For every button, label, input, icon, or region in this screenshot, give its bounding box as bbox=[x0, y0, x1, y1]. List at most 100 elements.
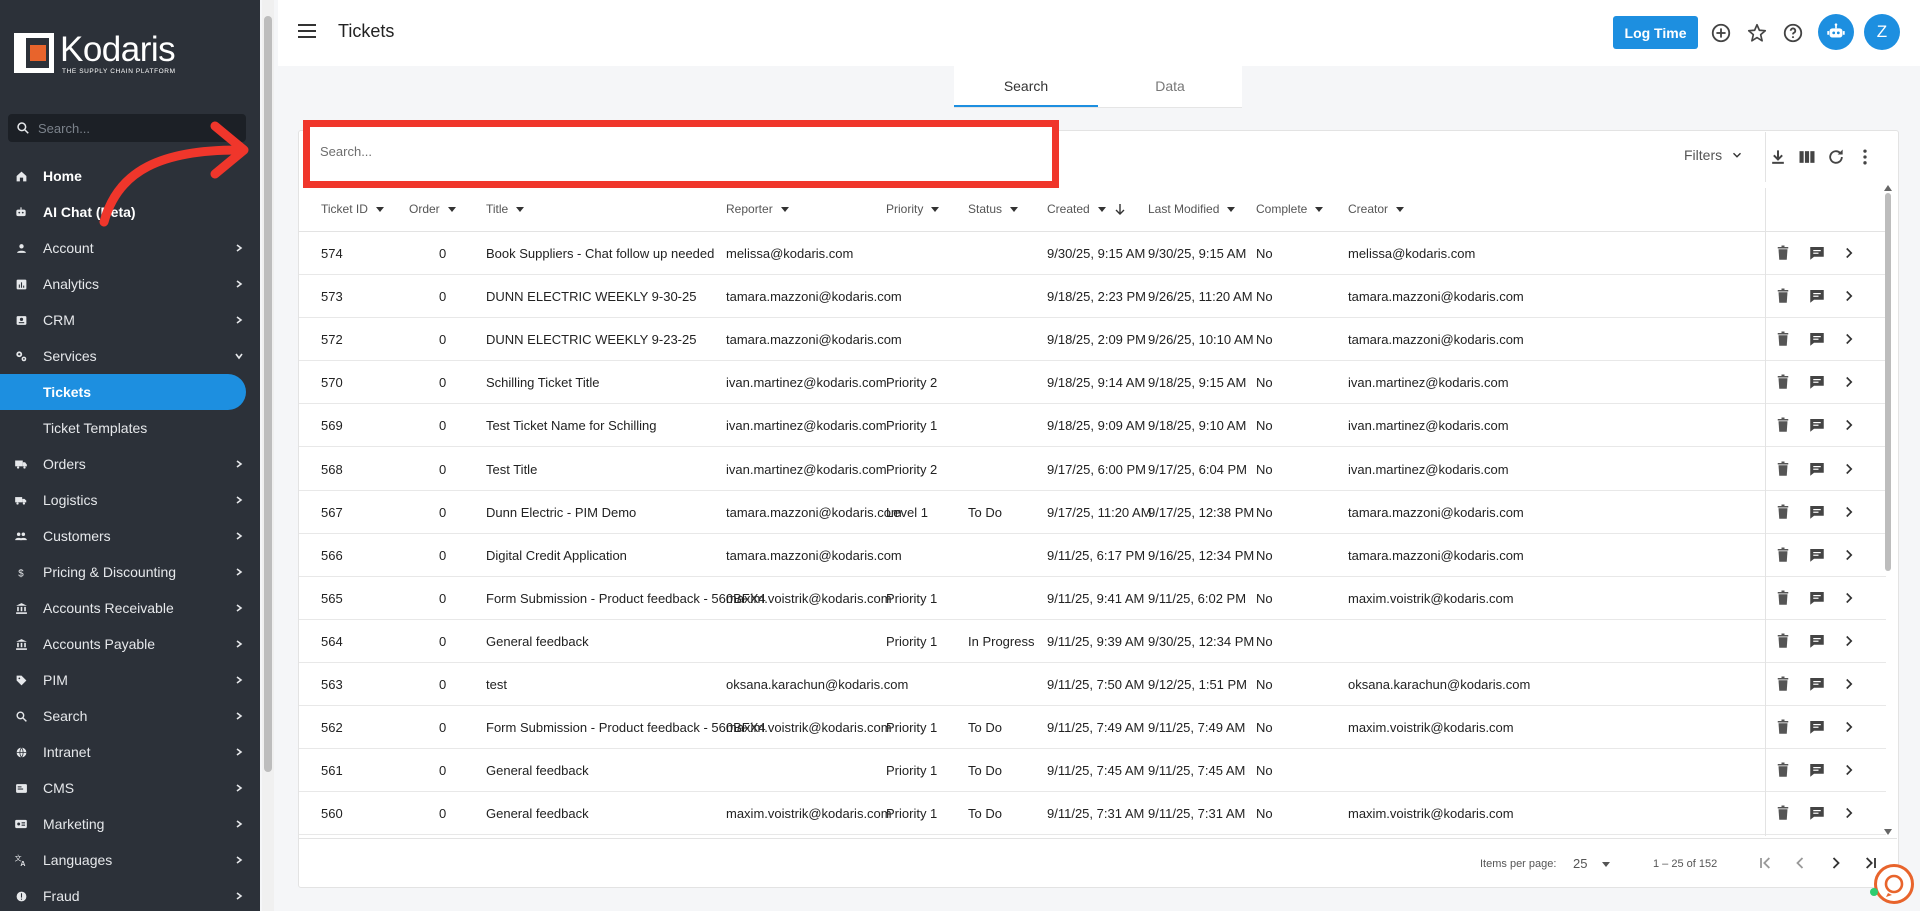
sidebar-item-crm[interactable]: CRM bbox=[0, 302, 260, 338]
log-time-button[interactable]: Log Time bbox=[1613, 16, 1698, 49]
tab-data[interactable]: Data bbox=[1098, 66, 1242, 107]
user-avatar[interactable]: Z bbox=[1864, 14, 1900, 50]
delete-icon[interactable] bbox=[1774, 244, 1792, 262]
comment-icon[interactable] bbox=[1808, 330, 1826, 348]
sort-menu-icon[interactable] bbox=[516, 206, 525, 212]
table-row[interactable]: 573 0 DUNN ELECTRIC WEEKLY 9-30-25 tamara.m… bbox=[299, 275, 1886, 319]
sidebar-item-ticket-templates[interactable]: Ticket Templates bbox=[0, 410, 260, 446]
chevron-right-icon[interactable] bbox=[1840, 330, 1858, 348]
sort-menu-icon[interactable] bbox=[447, 206, 456, 212]
sidebar-item-logistics[interactable]: Logistics bbox=[0, 482, 260, 518]
chevron-right-icon[interactable] bbox=[1840, 244, 1858, 262]
sidebar-item-pim[interactable]: PIM bbox=[0, 662, 260, 698]
ticket-search-input[interactable] bbox=[320, 144, 1020, 159]
comment-icon[interactable] bbox=[1808, 503, 1826, 521]
comment-icon[interactable] bbox=[1808, 761, 1826, 779]
comment-icon[interactable] bbox=[1808, 416, 1826, 434]
table-row[interactable]: 561 0 General feedback Priority 1 To Do 9/11/… bbox=[299, 749, 1886, 793]
table-row[interactable]: 567 0 Dunn Electric - PIM Demo tamara.mazzo… bbox=[299, 491, 1886, 534]
filters-dropdown[interactable]: Filters bbox=[1684, 147, 1744, 163]
comment-icon[interactable] bbox=[1808, 373, 1826, 391]
comment-icon[interactable] bbox=[1808, 804, 1826, 822]
comment-icon[interactable] bbox=[1808, 632, 1826, 650]
comment-icon[interactable] bbox=[1808, 244, 1826, 262]
column-header-priority[interactable]: Priority bbox=[886, 202, 940, 216]
delete-icon[interactable] bbox=[1774, 460, 1792, 478]
column-header-order[interactable]: Order bbox=[409, 202, 456, 216]
sort-menu-icon[interactable] bbox=[1010, 206, 1019, 212]
table-row[interactable]: 566 0 Digital Credit Application tamara.maz… bbox=[299, 534, 1886, 577]
table-row[interactable]: 569 0 Test Ticket Name for Schilling ivan.m… bbox=[299, 404, 1886, 448]
items-per-page-select[interactable]: 25 bbox=[1573, 856, 1611, 871]
download-icon[interactable] bbox=[1768, 147, 1788, 167]
first-page-icon[interactable] bbox=[1756, 853, 1776, 873]
comment-icon[interactable] bbox=[1808, 287, 1826, 305]
chevron-right-icon[interactable] bbox=[1840, 503, 1858, 521]
sidebar-item-accounts-receivable[interactable]: Accounts Receivable bbox=[0, 590, 260, 626]
sort-menu-icon[interactable] bbox=[1396, 206, 1405, 212]
delete-icon[interactable] bbox=[1774, 373, 1792, 391]
table-row[interactable]: 560 0 General feedback maxim.voistrik@kodar… bbox=[299, 792, 1886, 836]
more-vert-icon[interactable] bbox=[1855, 147, 1875, 167]
star-icon[interactable] bbox=[1746, 22, 1768, 44]
sidebar-item-intranet[interactable]: Intranet bbox=[0, 734, 260, 770]
delete-icon[interactable] bbox=[1774, 718, 1792, 736]
chat-support-button[interactable] bbox=[1874, 864, 1914, 904]
delete-icon[interactable] bbox=[1774, 804, 1792, 822]
delete-icon[interactable] bbox=[1774, 287, 1792, 305]
highlighted-search-box[interactable] bbox=[303, 120, 1059, 188]
delete-icon[interactable] bbox=[1774, 503, 1792, 521]
sidebar-item-accounts-payable[interactable]: Accounts Payable bbox=[0, 626, 260, 662]
columns-icon[interactable] bbox=[1797, 147, 1817, 167]
delete-icon[interactable] bbox=[1774, 675, 1792, 693]
chevron-right-icon[interactable] bbox=[1840, 632, 1858, 650]
sidebar-item-search[interactable]: Search bbox=[0, 698, 260, 734]
delete-icon[interactable] bbox=[1774, 589, 1792, 607]
sidebar-item-orders[interactable]: Orders bbox=[0, 446, 260, 482]
column-header-reporter[interactable]: Reporter bbox=[726, 202, 789, 216]
table-row[interactable]: 572 0 DUNN ELECTRIC WEEKLY 9-23-25 tamara.m… bbox=[299, 318, 1886, 362]
chevron-right-icon[interactable] bbox=[1840, 287, 1858, 305]
chevron-right-icon[interactable] bbox=[1840, 718, 1858, 736]
sort-menu-icon[interactable] bbox=[1315, 206, 1324, 212]
delete-icon[interactable] bbox=[1774, 330, 1792, 348]
refresh-icon[interactable] bbox=[1826, 147, 1846, 167]
comment-icon[interactable] bbox=[1808, 675, 1826, 693]
sort-menu-icon[interactable] bbox=[931, 206, 940, 212]
sidebar-item-analytics[interactable]: Analytics bbox=[0, 266, 260, 302]
sidebar-item-cms[interactable]: CMS bbox=[0, 770, 260, 806]
column-header-last-modified[interactable]: Last Modified bbox=[1148, 202, 1236, 216]
sidebar-item-tickets[interactable]: Tickets bbox=[0, 374, 246, 410]
sort-descending-icon[interactable] bbox=[1114, 203, 1126, 215]
column-header-title[interactable]: Title bbox=[486, 202, 525, 216]
sidebar-item-pricing-discounting[interactable]: $ Pricing & Discounting bbox=[0, 554, 260, 590]
comment-icon[interactable] bbox=[1808, 460, 1826, 478]
delete-icon[interactable] bbox=[1774, 416, 1792, 434]
ai-assistant-button[interactable] bbox=[1818, 14, 1854, 50]
sort-menu-icon[interactable] bbox=[780, 206, 789, 212]
sort-menu-icon[interactable] bbox=[375, 206, 384, 212]
sidebar-item-fraud[interactable]: Fraud bbox=[0, 878, 260, 911]
sidebar-item-marketing[interactable]: Marketing bbox=[0, 806, 260, 842]
tab-search[interactable]: Search bbox=[954, 66, 1098, 107]
table-row[interactable]: 568 0 Test Title ivan.martinez@kodaris.com P… bbox=[299, 448, 1886, 491]
next-page-icon[interactable] bbox=[1826, 853, 1846, 873]
table-row[interactable]: 565 0 Form Submission - Product feedback -… bbox=[299, 577, 1886, 620]
delete-icon[interactable] bbox=[1774, 632, 1792, 650]
sidebar-item-account[interactable]: Account bbox=[0, 230, 260, 266]
column-header-ticket-id[interactable]: Ticket ID bbox=[321, 202, 384, 216]
table-row[interactable]: 570 0 Schilling Ticket Title ivan.martinez@… bbox=[299, 361, 1886, 405]
chevron-right-icon[interactable] bbox=[1840, 675, 1858, 693]
sidebar-item-services[interactable]: Services bbox=[0, 338, 260, 374]
chevron-right-icon[interactable] bbox=[1840, 546, 1858, 564]
comment-icon[interactable] bbox=[1808, 718, 1826, 736]
column-header-creator[interactable]: Creator bbox=[1348, 202, 1405, 216]
sidebar-item-customers[interactable]: Customers bbox=[0, 518, 260, 554]
table-scrollbar[interactable] bbox=[1882, 183, 1894, 837]
delete-icon[interactable] bbox=[1774, 546, 1792, 564]
table-row[interactable]: 574 0 Book Suppliers - Chat follow up need… bbox=[299, 232, 1886, 275]
comment-icon[interactable] bbox=[1808, 589, 1826, 607]
chevron-right-icon[interactable] bbox=[1840, 589, 1858, 607]
chevron-right-icon[interactable] bbox=[1840, 416, 1858, 434]
add-circle-icon[interactable] bbox=[1710, 22, 1732, 44]
